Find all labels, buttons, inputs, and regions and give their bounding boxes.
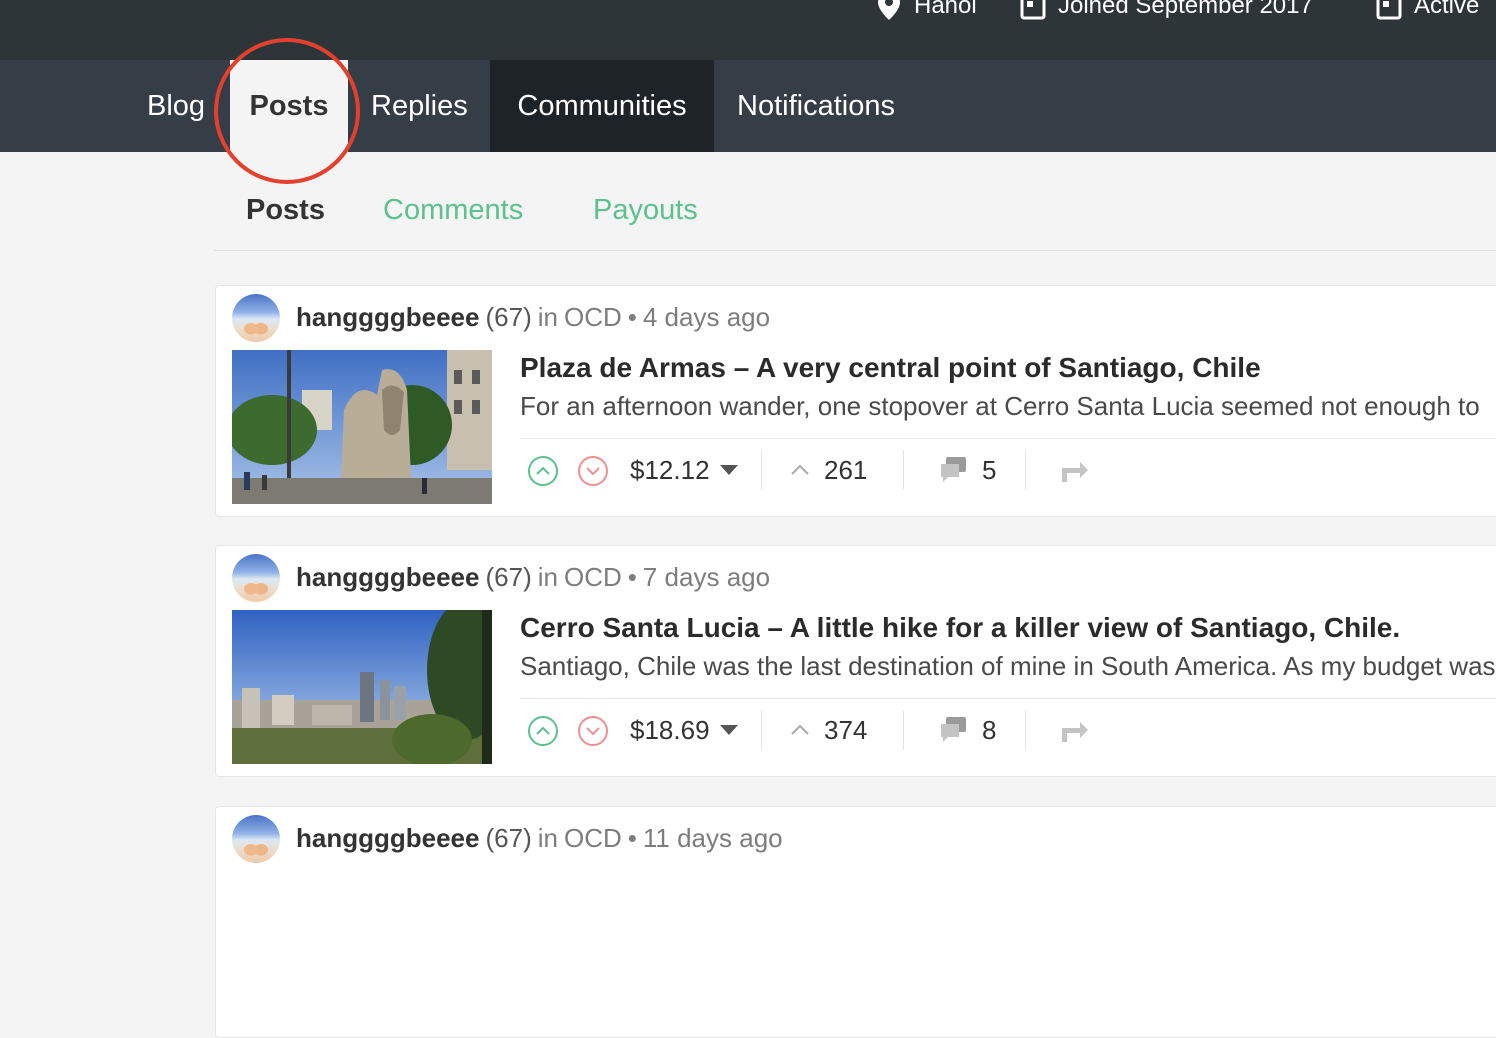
profile-joined: Joined September 2017 <box>1020 0 1313 24</box>
stat-separator <box>761 710 762 750</box>
profile-header-bar: Hanoi Joined September 2017 Active <box>0 0 1496 60</box>
profile-active-text: Active <box>1414 0 1480 19</box>
upvote-icon <box>536 726 550 735</box>
avatar[interactable] <box>232 554 280 602</box>
upvote-icon <box>536 466 550 475</box>
votes-value: 374 <box>824 714 868 745</box>
tab-blog[interactable]: Blog <box>147 60 205 152</box>
author-link[interactable]: hanggggbeeee <box>296 562 479 593</box>
stat-separator <box>903 450 904 490</box>
tab-posts[interactable]: Posts <box>230 60 348 152</box>
payout-value: $12.12 <box>630 454 710 485</box>
in-label: in <box>537 822 558 853</box>
stat-separator <box>761 450 762 490</box>
post-excerpt[interactable]: Santiago, Chile was the last destination… <box>520 648 1496 684</box>
stat-separator <box>1025 710 1026 750</box>
downvote-icon <box>586 727 600 736</box>
card-divider <box>520 438 1496 439</box>
author-link[interactable]: hanggggbeeee <box>296 823 479 854</box>
post-title[interactable]: Cerro Santa Lucia – A little hike for a … <box>520 608 1400 648</box>
tab-replies[interactable]: Replies <box>371 60 468 152</box>
subtab-posts[interactable]: Posts <box>246 188 325 232</box>
tab-communities[interactable]: Communities <box>490 60 714 152</box>
author-link[interactable]: hanggggbeeee <box>296 302 479 333</box>
share-button[interactable] <box>1058 716 1090 749</box>
downvote-button[interactable] <box>578 716 608 746</box>
post-card: hanggggbeeee (67) in OCD • 4 days ago Pl… <box>215 285 1496 517</box>
comments-icon <box>941 457 966 482</box>
calendar-icon <box>1376 0 1402 20</box>
share-icon <box>1062 722 1088 742</box>
upvote-button[interactable] <box>528 716 558 746</box>
comments-icon <box>941 717 966 742</box>
comments-count[interactable]: 8 <box>938 712 996 748</box>
post-byline: hanggggbeeee (67) in OCD • 11 days ago <box>296 821 783 855</box>
votes-count[interactable]: 374 <box>790 712 867 748</box>
calendar-icon <box>1020 0 1046 20</box>
subtab-comments[interactable]: Comments <box>383 188 523 232</box>
payout-value: $18.69 <box>630 714 710 745</box>
post-thumbnail[interactable] <box>232 350 492 504</box>
subtab-divider <box>214 250 1496 251</box>
stat-separator <box>1025 450 1026 490</box>
avatar[interactable] <box>232 815 280 863</box>
community-link[interactable]: OCD <box>564 823 622 854</box>
share-button[interactable] <box>1058 456 1090 489</box>
in-label: in <box>537 561 558 592</box>
in-label: in <box>537 301 558 332</box>
tab-notifications[interactable]: Notifications <box>737 60 895 152</box>
post-card: hanggggbeeee (67) in OCD • 11 days ago <box>215 806 1496 1038</box>
profile-joined-text: Joined September 2017 <box>1058 0 1313 19</box>
comments-value: 8 <box>982 714 997 745</box>
post-time[interactable]: 7 days ago <box>643 562 770 593</box>
byline-separator: • <box>627 561 637 592</box>
post-time[interactable]: 4 days ago <box>643 302 770 333</box>
votes-chevron-icon <box>791 724 809 735</box>
card-divider <box>520 698 1496 699</box>
community-link[interactable]: OCD <box>564 562 622 593</box>
profile-location: Hanoi <box>876 0 977 24</box>
post-thumbnail[interactable] <box>232 610 492 764</box>
caret-down-icon <box>719 725 738 735</box>
votes-value: 261 <box>824 454 868 485</box>
profile-location-text: Hanoi <box>914 0 977 19</box>
comments-value: 5 <box>982 454 997 485</box>
author-reputation: (67) <box>485 822 532 853</box>
post-title[interactable]: Plaza de Armas – A very central point of… <box>520 348 1261 388</box>
stat-separator <box>903 710 904 750</box>
author-reputation: (67) <box>485 561 532 592</box>
avatar[interactable] <box>232 294 280 342</box>
community-link[interactable]: OCD <box>564 302 622 333</box>
subtab-payouts[interactable]: Payouts <box>593 188 698 232</box>
caret-down-icon <box>719 465 738 475</box>
upvote-button[interactable] <box>528 456 558 486</box>
votes-count[interactable]: 261 <box>790 452 867 488</box>
downvote-button[interactable] <box>578 456 608 486</box>
profile-active: Active <box>1376 0 1479 24</box>
post-card: hanggggbeeee (67) in OCD • 7 days ago Ce… <box>215 545 1496 777</box>
downvote-icon <box>586 467 600 476</box>
post-time[interactable]: 11 days ago <box>643 823 783 854</box>
profile-nav: Blog Posts Replies Communities Notificat… <box>0 60 1496 152</box>
byline-separator: • <box>627 301 637 332</box>
post-byline: hanggggbeeee (67) in OCD • 7 days ago <box>296 560 770 594</box>
author-reputation: (67) <box>485 301 532 332</box>
post-byline: hanggggbeeee (67) in OCD • 4 days ago <box>296 300 770 334</box>
share-icon <box>1062 462 1088 482</box>
payout-dropdown[interactable]: $18.69 <box>630 712 738 748</box>
byline-separator: • <box>627 822 637 853</box>
post-excerpt[interactable]: For an afternoon wander, one stopover at… <box>520 388 1480 424</box>
payout-dropdown[interactable]: $12.12 <box>630 452 738 488</box>
location-pin-icon <box>878 0 900 20</box>
votes-chevron-icon <box>791 464 809 475</box>
comments-count[interactable]: 5 <box>938 452 996 488</box>
